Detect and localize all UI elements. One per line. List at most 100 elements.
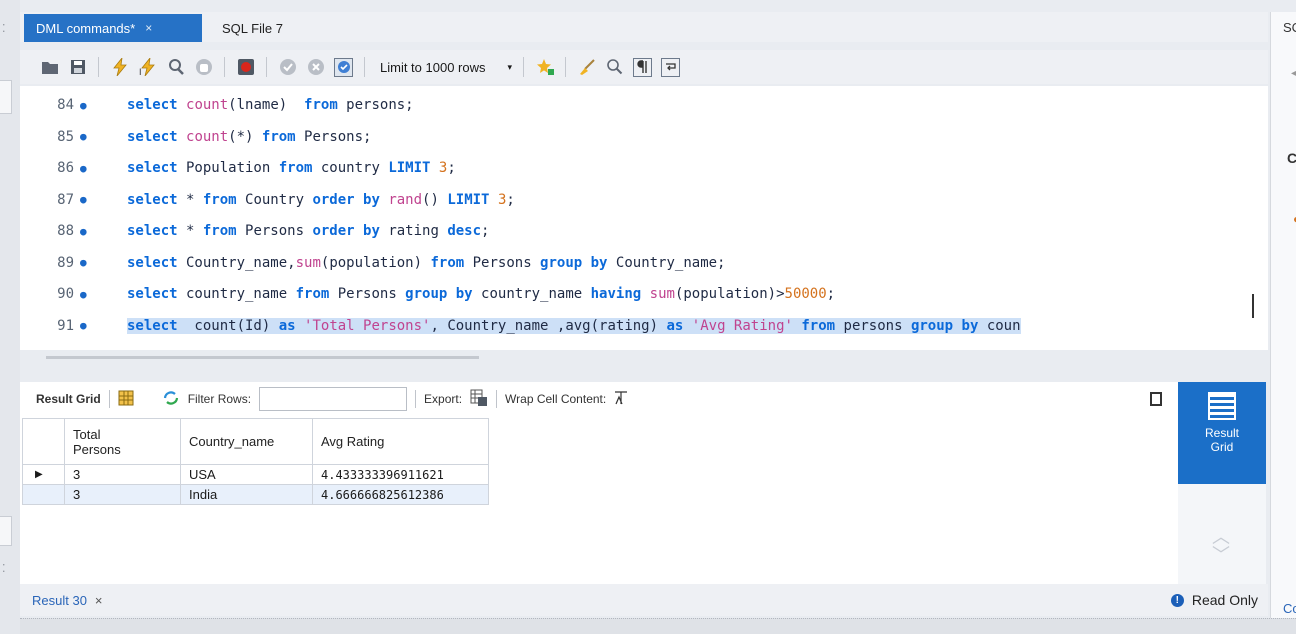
find-icon[interactable]	[605, 58, 624, 77]
code-line[interactable]: 85 ● select count(*) from Persons;	[20, 122, 1240, 152]
column-header-total-persons[interactable]: Total Persons	[64, 418, 181, 465]
current-row-marker-icon: ▶	[22, 464, 65, 485]
cell-country[interactable]: USA	[180, 464, 313, 485]
table-row[interactable]: ▶ 3 USA 4.433333396911621	[22, 464, 489, 485]
invisible-chars-icon[interactable]	[633, 57, 653, 77]
sql-editor[interactable]: 84 ● select count(lname) from persons; 85 …	[20, 86, 1268, 359]
code-line[interactable]: 87 ● select * from Country order by rand(…	[20, 185, 1240, 215]
export-icon[interactable]	[470, 389, 488, 410]
arrow-left-icon[interactable]: ◀	[1291, 68, 1296, 79]
toolbar-separator	[266, 57, 267, 77]
beautify-icon[interactable]	[535, 58, 555, 77]
read-only-indicator: ! Read Only	[1170, 592, 1258, 608]
close-icon[interactable]: ×	[95, 593, 103, 608]
code-text[interactable]: select * from Country order by rand() LI…	[127, 192, 515, 208]
broom-icon[interactable]	[577, 58, 596, 77]
commit-icon[interactable]	[278, 58, 297, 77]
table-row[interactable]: 3 India 4.666666825612386	[22, 484, 489, 505]
result-grid-label-2: Grid	[1210, 440, 1234, 454]
result-grid-button[interactable]: Result Grid	[1178, 382, 1266, 484]
open-file-icon[interactable]	[40, 58, 59, 77]
execute-icon[interactable]	[110, 58, 129, 77]
panel-scroll-arrows[interactable]: ︿ ﹀	[1206, 528, 1236, 564]
chevron-down-icon[interactable]: ﹀	[1206, 546, 1236, 564]
result-grid[interactable]: Total Persons Country_name Avg Rating ▶ 3…	[20, 416, 1178, 584]
toolbar-separator	[98, 57, 99, 77]
code-text[interactable]: select count(Id) as 'Total Persons', Cou…	[127, 317, 1021, 334]
statement-dot-icon: ●	[80, 193, 87, 206]
wrap-cell-label: Wrap Cell Content:	[505, 392, 607, 406]
tab-sql-file-7[interactable]: SQL File 7	[210, 14, 295, 42]
toolbar-separator	[415, 390, 417, 408]
code-text[interactable]: select * from Persons order by rating de…	[127, 223, 489, 239]
execute-current-icon[interactable]: I	[138, 58, 157, 77]
line-number: 86	[57, 160, 74, 176]
right-panel-bottom-tab[interactable]: Co	[1283, 601, 1296, 616]
code-line[interactable]: 86 ● select Population from country LIMIT…	[20, 153, 1240, 183]
save-icon[interactable]	[68, 58, 87, 77]
statement-dot-icon: ●	[80, 319, 87, 332]
toolbar-separator	[108, 390, 110, 408]
cell-avg[interactable]: 4.666666825612386	[312, 484, 489, 505]
filter-rows-input[interactable]	[259, 387, 408, 411]
code-line[interactable]: 91 ● select count(Id) as 'Total Persons',…	[20, 311, 1240, 341]
limit-label: Limit to 1000 rows	[380, 59, 486, 75]
toolbar-separator	[523, 57, 525, 77]
autocommit-icon[interactable]	[334, 57, 353, 77]
code-text[interactable]: select Population from country LIMIT 3;	[127, 160, 456, 176]
filter-rows-label: Filter Rows:	[187, 392, 252, 406]
grip-icon[interactable]: ⁚	[2, 22, 8, 35]
cell-total[interactable]: 3	[64, 484, 181, 505]
cell-total[interactable]: 3	[64, 464, 181, 485]
header-text: Persons	[73, 441, 121, 457]
result-grid-tab[interactable]: Result Grid	[36, 392, 101, 406]
tab-label: SQL File 7	[222, 20, 283, 36]
result-status-bar: Result 30 × ! Read Only	[20, 584, 1268, 616]
column-header-country-name[interactable]: Country_name	[180, 418, 313, 465]
code-text[interactable]: select country_name from Persons group b…	[127, 286, 835, 302]
right-panel-tab[interactable]: SC	[1283, 20, 1296, 35]
code-text[interactable]: select count(*) from Persons;	[127, 129, 371, 145]
code-line[interactable]: 88 ● select * from Persons order by ratin…	[20, 216, 1240, 246]
row-marker	[22, 484, 65, 505]
column-header-avg-rating[interactable]: Avg Rating	[312, 418, 489, 465]
code-text[interactable]: select count(lname) from persons;	[127, 97, 414, 113]
stop-icon[interactable]	[194, 58, 213, 77]
horizontal-scrollbar[interactable]	[46, 356, 479, 359]
grid-view-icon[interactable]	[118, 390, 134, 409]
statement-dot-icon: ●	[80, 224, 87, 238]
cell-country[interactable]: India	[180, 484, 313, 505]
code-text[interactable]: select Country_name,sum(population) from…	[127, 255, 726, 271]
read-only-label: Read Only	[1191, 592, 1258, 608]
output-panel-header	[20, 618, 1296, 634]
refresh-icon[interactable]	[162, 390, 180, 408]
explain-icon[interactable]	[166, 58, 185, 77]
toggle-panel-icon[interactable]	[1150, 392, 1162, 406]
statement-dot-icon: ●	[80, 161, 87, 175]
wrap-cell-icon[interactable]	[614, 390, 628, 408]
right-side-panel: SC ◀ C ● Co	[1270, 12, 1296, 618]
rollback-icon[interactable]	[306, 58, 325, 77]
workbench-window: ⁚ ⁚ DML commands* × SQL File 7 I Limit t…	[0, 0, 1296, 634]
result-side-panel: Result Grid ︿ ﹀	[1178, 382, 1266, 584]
statement-dot-icon: ●	[80, 256, 87, 269]
result-tab[interactable]: Result 30 ×	[32, 593, 103, 608]
tab-dml-commands[interactable]: DML commands* ×	[24, 14, 202, 42]
chevron-up-icon[interactable]: ︿	[1206, 528, 1236, 546]
left-panel-edge	[0, 80, 12, 114]
code-line[interactable]: 84 ● select count(lname) from persons;	[20, 90, 1240, 120]
text-caret	[1252, 294, 1254, 318]
code-line[interactable]: 89 ● select Country_name,sum(population) …	[20, 248, 1240, 278]
code-line[interactable]: 90 ● select country_name from Persons gro…	[20, 279, 1240, 309]
grip-icon[interactable]: ⁚	[2, 562, 8, 575]
limit-rows-select[interactable]: Limit to 1000 rows ▾	[380, 60, 512, 75]
close-icon[interactable]: ×	[145, 21, 152, 35]
line-number: 88	[57, 223, 74, 239]
wrap-icon[interactable]	[661, 57, 681, 77]
cell-avg[interactable]: 4.433333396911621	[312, 464, 489, 485]
line-number: 91	[57, 317, 74, 334]
line-number: 90	[57, 286, 74, 302]
toggle-error-icon[interactable]	[236, 58, 255, 77]
line-number: 85	[57, 128, 74, 145]
line-number: 87	[57, 191, 74, 208]
